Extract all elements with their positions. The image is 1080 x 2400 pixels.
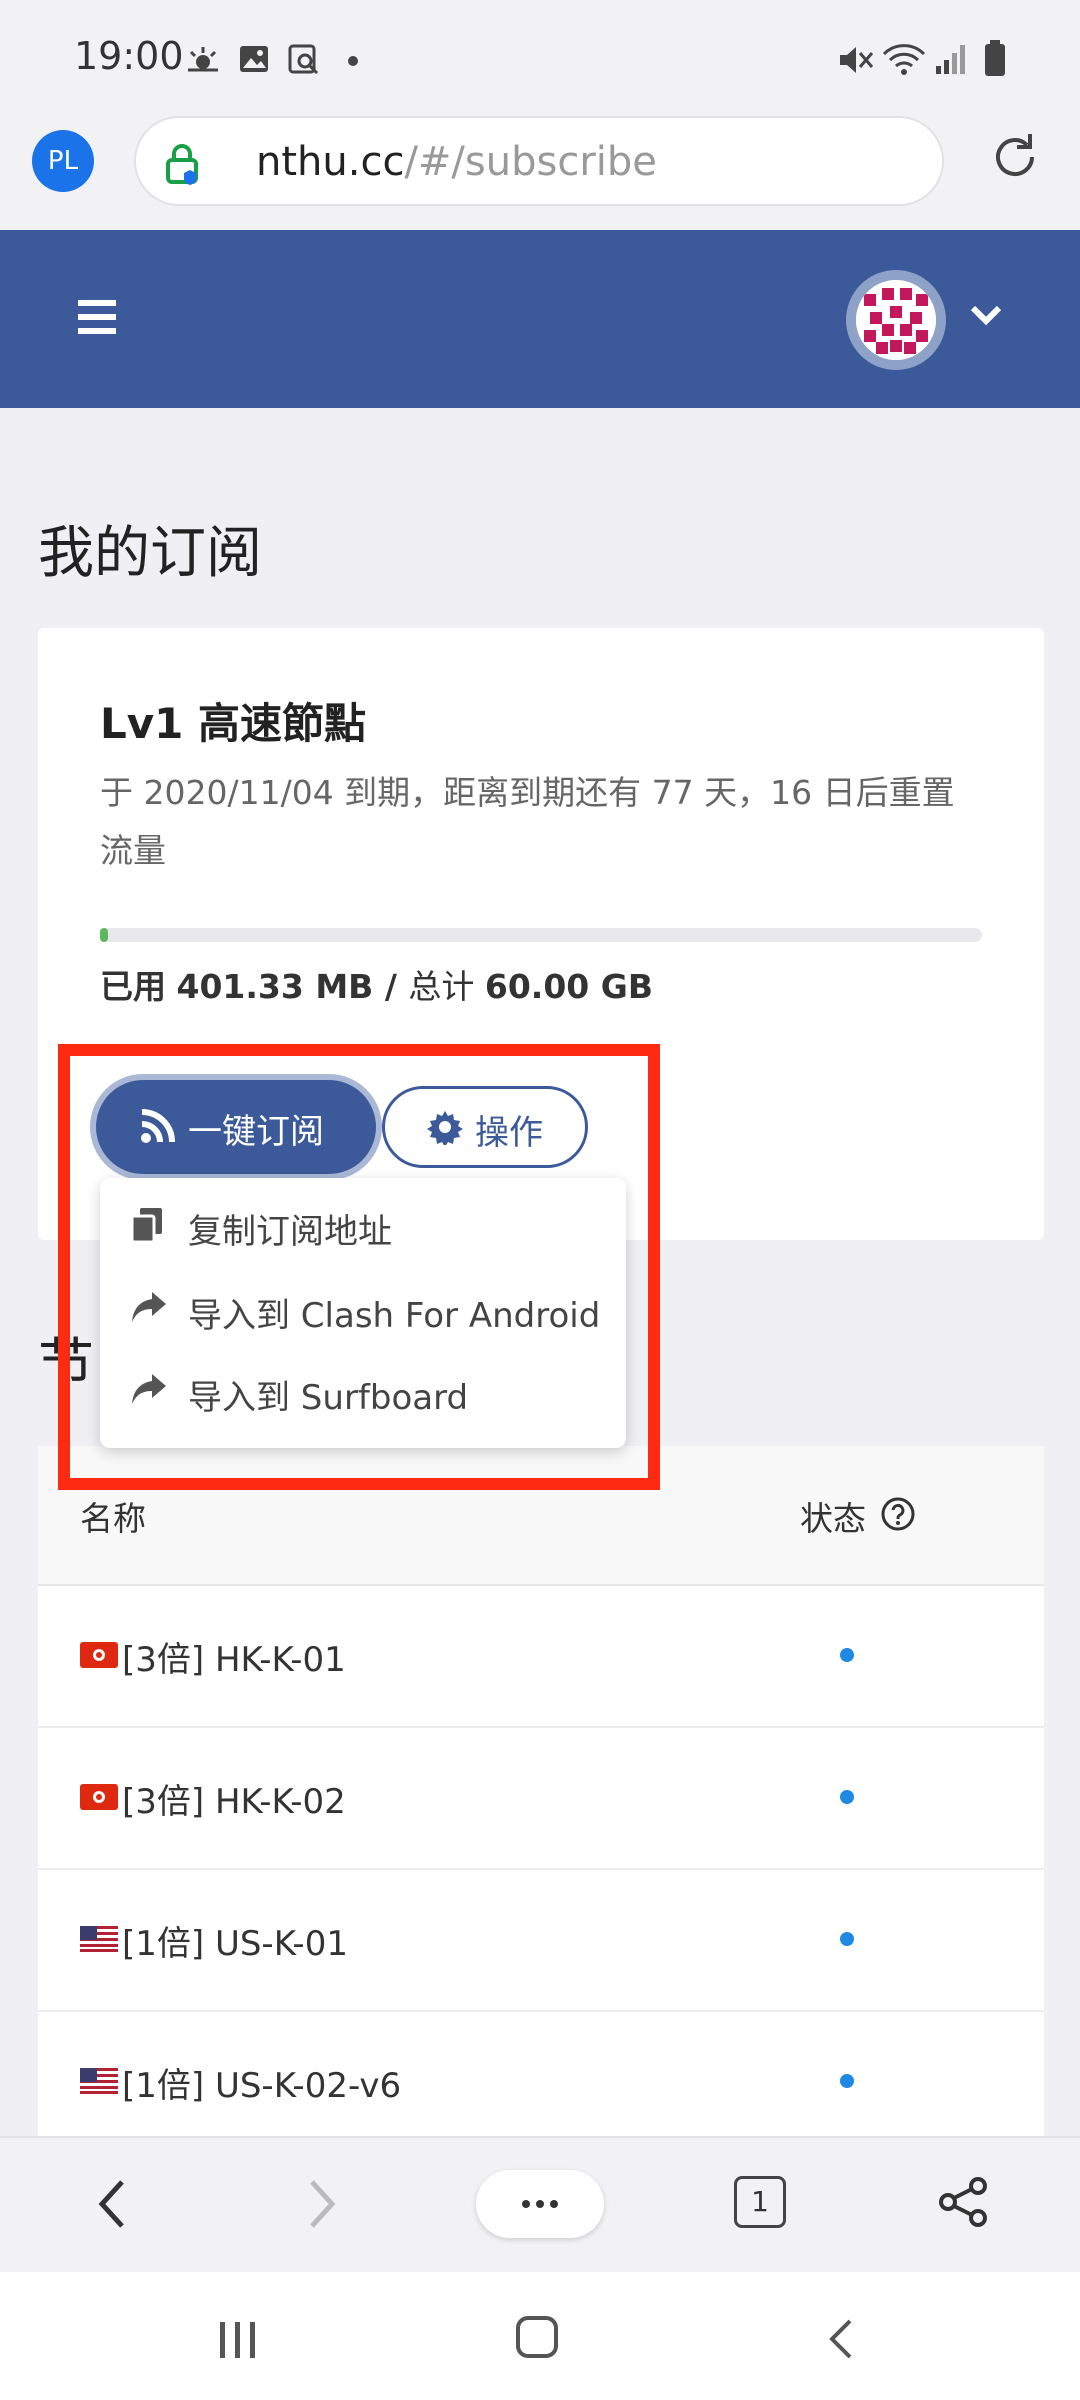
forward-arrow-icon[interactable] <box>302 2176 342 2232</box>
usage-progress-bar <box>100 928 982 942</box>
home-icon[interactable] <box>516 2316 558 2358</box>
profile-avatar[interactable]: PL <box>32 130 94 192</box>
plan-name: Lv1 高速節點 <box>100 699 366 748</box>
lock-icon[interactable] <box>164 142 204 186</box>
system-back-icon[interactable] <box>826 2318 856 2360</box>
status-dot <box>840 1790 854 1804</box>
table-row[interactable]: [1倍] US-K-02-v6 <box>38 2012 1044 2154</box>
gallery-icon <box>240 46 268 72</box>
usage-text: 已用 401.33 MB / 总计 60.00 GB <box>100 967 653 1006</box>
node-name: [3倍] HK-K-02 <box>122 1782 346 1822</box>
recent-apps-icon[interactable] <box>218 2320 258 2360</box>
us-flag-icon <box>80 2068 118 2094</box>
more-dots-icon <box>522 2200 558 2208</box>
share-icon[interactable] <box>938 2176 990 2228</box>
wifi-icon <box>882 44 926 75</box>
node-name: [3倍] HK-K-01 <box>122 1640 346 1680</box>
hamburger-menu-icon[interactable] <box>78 298 118 336</box>
signal-icon <box>936 45 965 74</box>
battery-icon <box>985 40 1005 76</box>
usage-progress-fill <box>100 928 108 942</box>
mute-icon <box>840 47 874 73</box>
tabs-button[interactable]: 1 <box>734 2176 786 2228</box>
hong-kong-flag-icon <box>80 1642 118 1668</box>
table-row[interactable]: [3倍] HK-K-01 <box>38 1586 1044 1728</box>
column-header-status: 状态 <box>800 1499 866 1538</box>
weather-icon <box>188 47 218 72</box>
us-flag-icon <box>80 1926 118 1952</box>
plan-description: 于 2020/11/04 到期，距离到期还有 77 天，16 日后重置流量 <box>100 773 955 870</box>
status-dot <box>840 2074 854 2088</box>
status-time: 19:00 <box>74 34 184 78</box>
notification-dot-icon <box>348 56 358 66</box>
back-arrow-icon[interactable] <box>92 2176 132 2232</box>
status-dot <box>840 1648 854 1662</box>
table-row[interactable]: [3倍] HK-K-02 <box>38 1728 1044 1870</box>
reload-icon[interactable] <box>988 130 1042 184</box>
node-name: [1倍] US-K-02-v6 <box>122 2066 402 2106</box>
page-title: 我的订阅 <box>38 521 262 586</box>
url-text[interactable]: nthu.cc/#/subscribe <box>256 139 657 185</box>
chevron-down-icon[interactable] <box>968 302 1004 328</box>
table-row[interactable]: [1倍] US-K-01 <box>38 1870 1044 2012</box>
status-dot <box>840 1932 854 1946</box>
node-name: [1倍] US-K-01 <box>122 1924 348 1964</box>
avatar-identicon-icon <box>856 280 936 360</box>
hong-kong-flag-icon <box>80 1784 118 1810</box>
highlight-box <box>58 1044 660 1490</box>
column-header-name: 名称 <box>80 1499 146 1538</box>
screenshot-search-icon <box>288 44 319 74</box>
help-icon[interactable] <box>880 1496 916 1532</box>
more-menu-button[interactable] <box>476 2170 604 2238</box>
